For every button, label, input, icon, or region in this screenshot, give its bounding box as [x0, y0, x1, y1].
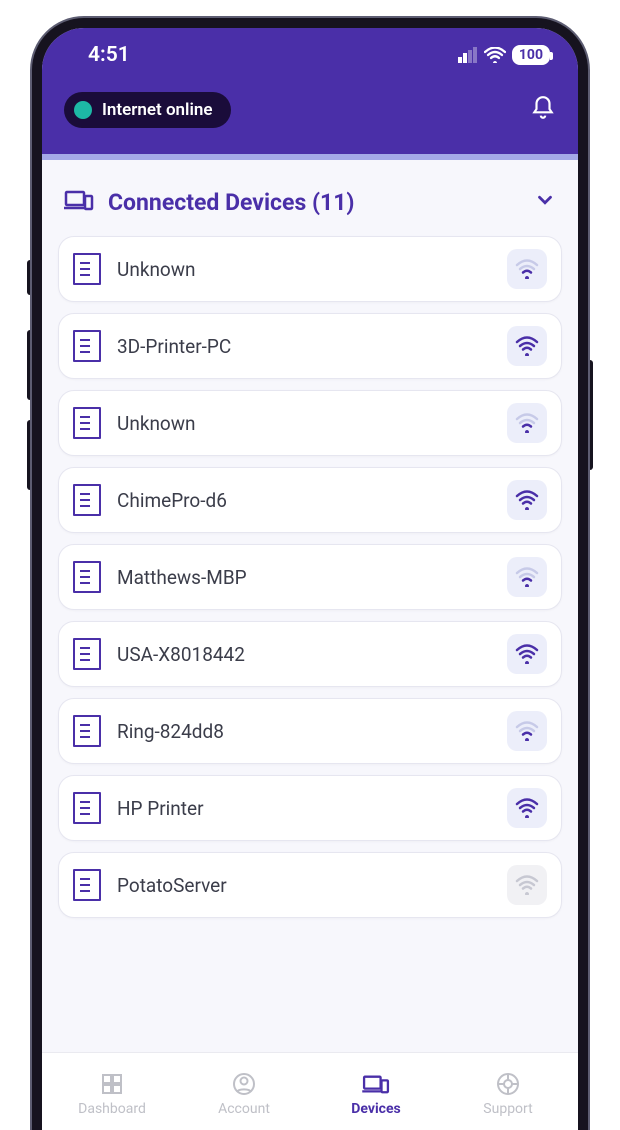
- device-row[interactable]: Unknown: [58, 236, 562, 302]
- document-icon: [73, 484, 101, 516]
- wifi-signal-icon: [507, 403, 547, 443]
- device-row[interactable]: USA-X8018442: [58, 621, 562, 687]
- status-bar: 4:51 100: [42, 28, 578, 82]
- dashboard-icon: [100, 1071, 124, 1097]
- device-name: ChimePro-d6: [117, 489, 491, 512]
- wifi-signal-icon: [507, 711, 547, 751]
- document-icon: [73, 407, 101, 439]
- device-name: USA-X8018442: [117, 643, 491, 666]
- device-row[interactable]: Unknown: [58, 390, 562, 456]
- wifi-signal-icon: [507, 634, 547, 674]
- device-row[interactable]: PotatoServer: [58, 852, 562, 918]
- internet-status-pill[interactable]: Internet online: [64, 92, 231, 128]
- device-name: Unknown: [117, 412, 491, 435]
- devices-icon: [64, 188, 94, 216]
- tab-devices[interactable]: Devices: [310, 1071, 442, 1117]
- connected-devices-header[interactable]: Connected Devices (11): [42, 160, 578, 236]
- document-icon: [73, 330, 101, 362]
- tab-dashboard[interactable]: Dashboard: [46, 1071, 178, 1117]
- tab-label: Account: [218, 1101, 270, 1117]
- device-row[interactable]: Ring-824dd8: [58, 698, 562, 764]
- section-title: Connected Devices (11): [108, 189, 520, 216]
- status-dot-icon: [74, 101, 92, 119]
- document-icon: [73, 792, 101, 824]
- notifications-bell-icon[interactable]: [530, 95, 556, 125]
- tab-label: Support: [483, 1101, 532, 1117]
- device-row[interactable]: ChimePro-d6: [58, 467, 562, 533]
- device-name: PotatoServer: [117, 874, 491, 897]
- wifi-signal-icon: [507, 865, 547, 905]
- tab-label: Devices: [351, 1101, 400, 1117]
- wifi-signal-icon: [507, 249, 547, 289]
- device-name: Matthews-MBP: [117, 566, 491, 589]
- document-icon: [73, 715, 101, 747]
- device-name: Ring-824dd8: [117, 720, 491, 743]
- device-row[interactable]: HP Printer: [58, 775, 562, 841]
- document-icon: [73, 638, 101, 670]
- cellular-signal-icon: [458, 47, 478, 63]
- status-time: 4:51: [88, 43, 130, 67]
- devices-icon: [362, 1071, 390, 1097]
- account-icon: [232, 1071, 256, 1097]
- tab-bar: Dashboard Account Devices: [42, 1052, 578, 1130]
- tab-label: Dashboard: [78, 1101, 146, 1117]
- wifi-signal-icon: [507, 480, 547, 520]
- support-icon: [496, 1071, 520, 1097]
- tab-account[interactable]: Account: [178, 1071, 310, 1117]
- device-name: 3D-Printer-PC: [117, 335, 491, 358]
- document-icon: [73, 869, 101, 901]
- internet-status-label: Internet online: [102, 100, 213, 120]
- battery-indicator: 100: [512, 45, 550, 65]
- document-icon: [73, 253, 101, 285]
- device-name: Unknown: [117, 258, 491, 281]
- wifi-icon: [484, 47, 506, 63]
- wifi-signal-icon: [507, 788, 547, 828]
- document-icon: [73, 561, 101, 593]
- wifi-signal-icon: [507, 557, 547, 597]
- device-row[interactable]: Matthews-MBP: [58, 544, 562, 610]
- chevron-down-icon: [534, 189, 556, 215]
- device-name: HP Printer: [117, 797, 491, 820]
- device-list: Unknown 3D-Printer-PC Unknown ChimePro-d6 Ma…: [42, 236, 578, 918]
- wifi-signal-icon: [507, 326, 547, 366]
- tab-support[interactable]: Support: [442, 1071, 574, 1117]
- device-row[interactable]: 3D-Printer-PC: [58, 313, 562, 379]
- app-header: Internet online: [42, 82, 578, 154]
